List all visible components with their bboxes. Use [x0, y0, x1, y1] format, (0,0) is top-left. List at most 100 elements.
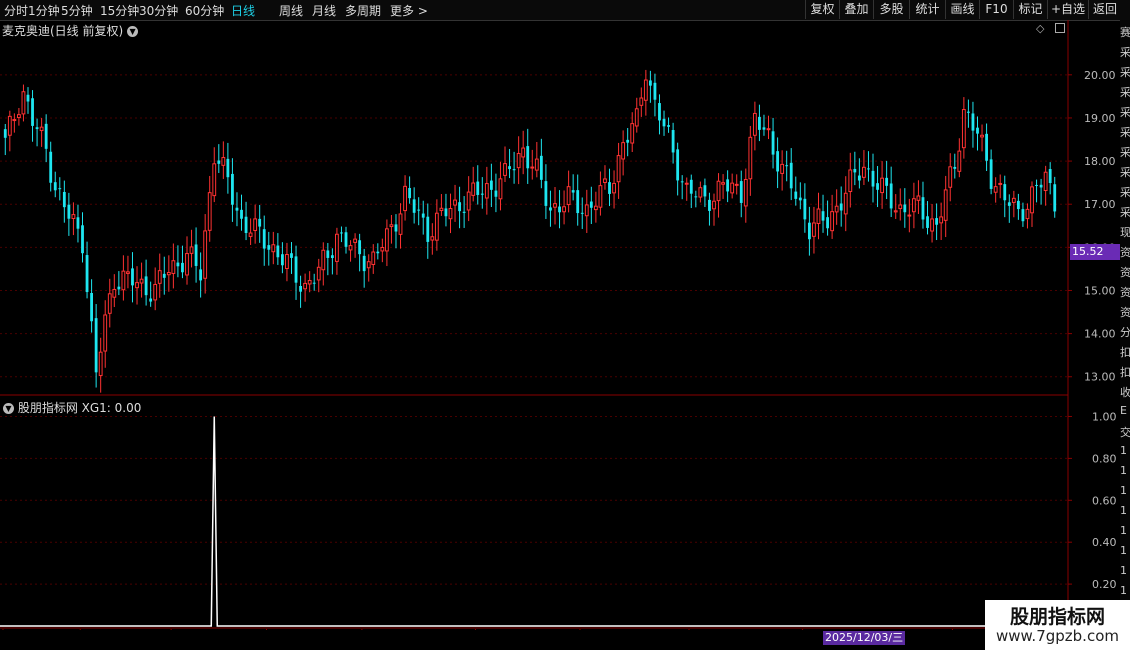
right-strip-glyph: 现: [1120, 226, 1130, 239]
candle-body-down: [739, 181, 743, 203]
candle-body-down: [680, 181, 684, 183]
right-strip-glyph: 收: [1120, 386, 1130, 399]
candle-body-down: [1035, 184, 1038, 186]
candle-body-up: [630, 123, 635, 144]
right-strip-glyph: 资: [1120, 286, 1130, 299]
candle-body-up: [103, 314, 108, 352]
candle-body-up: [712, 200, 716, 210]
candle-body-down: [658, 103, 661, 121]
candle-body-down: [776, 151, 780, 172]
candle-body-up: [562, 206, 566, 213]
kline-chart[interactable]: 13.0014.0015.0016.0017.0018.0019.0020.00…: [0, 0, 1120, 630]
candle-body-down: [689, 179, 693, 194]
right-info-strip: 赛采采采采采采采采采现资资资资分扣扣收E交111111111: [1120, 20, 1130, 630]
candle-body-down: [857, 175, 861, 181]
candle-body-down: [276, 245, 280, 258]
candle-body-up: [366, 261, 371, 269]
candle-body-up: [943, 189, 948, 221]
candle-body-down: [903, 204, 907, 213]
candle-body-down: [412, 199, 416, 213]
right-strip-glyph: 采: [1120, 106, 1130, 119]
candle-body-down: [667, 125, 670, 127]
indicator-y-tick-label: 1.00: [1092, 410, 1117, 423]
candle-body-down: [476, 181, 480, 195]
candle-body-down: [976, 127, 979, 134]
candle-body-up: [203, 230, 208, 279]
candle-body-down: [648, 80, 652, 86]
candle-body-up: [16, 114, 21, 119]
candle-body-up: [916, 195, 921, 201]
indicator-y-tick-label: 0.20: [1092, 578, 1117, 591]
candle-body-down: [926, 216, 929, 228]
right-strip-glyph: 交: [1120, 426, 1130, 439]
candle-body-down: [53, 182, 57, 191]
y-tick-label: 18.00: [1084, 155, 1116, 168]
candle-body-up: [271, 244, 276, 253]
candle-body-up: [643, 79, 648, 101]
right-strip-glyph: 1: [1120, 484, 1127, 497]
candle-body-down: [62, 191, 66, 208]
candle-body-down: [231, 173, 234, 205]
candle-body-up: [612, 182, 616, 194]
candle-body-down: [417, 209, 421, 211]
right-strip-glyph: 分: [1120, 326, 1130, 339]
candle-body-down: [176, 262, 180, 267]
candle-body-down: [726, 179, 730, 192]
candle-body-up: [598, 185, 603, 208]
chevron-down-icon[interactable]: ▼: [3, 403, 14, 414]
right-strip-glyph: 采: [1120, 46, 1130, 59]
candle-body-up: [998, 182, 1003, 185]
candle-body-up: [584, 204, 589, 217]
candle-body-down: [580, 212, 584, 214]
candle-body-down: [876, 183, 879, 190]
candle-body-down: [708, 199, 711, 211]
candle-body-up: [471, 182, 476, 196]
date-cursor-tag: 2025/12/03/三: [823, 631, 906, 645]
candle-body-up: [730, 182, 735, 194]
candle-body-up: [121, 270, 126, 291]
candle-body-up: [503, 163, 507, 176]
candle-body-down: [162, 273, 166, 278]
candle-body-up: [1025, 208, 1030, 220]
candle-body-up: [748, 136, 753, 180]
candle-body-up: [221, 157, 226, 166]
candle-body-up: [721, 182, 725, 185]
candle-body-up: [530, 166, 535, 169]
candle-body-down: [549, 207, 552, 211]
candle-body-down: [985, 133, 988, 161]
candle-body-up: [307, 280, 312, 285]
candle-body-up: [980, 134, 984, 138]
candle-body-up: [911, 198, 916, 213]
candle-body-down: [199, 269, 203, 281]
candle-body-up: [448, 208, 453, 220]
brand-name: 股朋指标网: [1009, 606, 1105, 628]
right-strip-glyph: 1: [1120, 544, 1127, 557]
candle-body-up: [898, 204, 903, 210]
candle-body-up: [7, 115, 12, 136]
candle-body-down: [807, 222, 811, 240]
candle-body-up: [593, 205, 598, 211]
indicator-label: 股朋指标网 XG1: 0.00: [17, 401, 142, 415]
candle-body-up: [516, 153, 521, 169]
candle-body-up: [843, 192, 848, 215]
candle-body-up: [98, 351, 103, 377]
candle-body-up: [948, 166, 953, 188]
candle-body-down: [290, 253, 293, 258]
candle-body-down: [258, 218, 262, 227]
candle-body-up: [734, 183, 739, 186]
right-strip-glyph: 资: [1120, 246, 1130, 259]
current-price-tag: 15.52: [1070, 244, 1120, 260]
candle-body-down: [294, 256, 298, 283]
candle-body-down: [544, 181, 548, 206]
candle-body-down: [144, 276, 148, 296]
right-strip-glyph: 采: [1120, 186, 1130, 199]
candle-body-up: [880, 177, 884, 194]
candle-body-down: [1053, 184, 1057, 212]
candle-body-up: [135, 282, 139, 289]
candle-body-down: [181, 262, 184, 273]
candle-body-up: [389, 224, 394, 228]
candle-body-down: [35, 127, 39, 130]
candle-body-down: [889, 183, 893, 209]
candle-body-down: [885, 177, 889, 186]
candle-body-down: [462, 211, 466, 213]
